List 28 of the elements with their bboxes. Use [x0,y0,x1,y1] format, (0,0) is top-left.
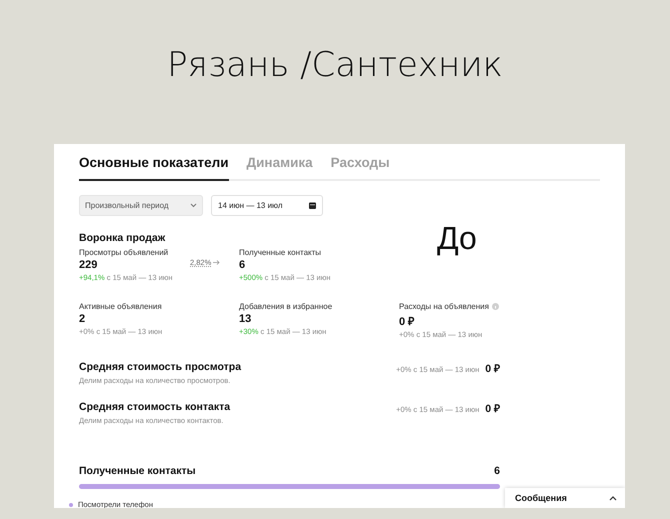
tab[interactable]: Основные показатели [79,154,229,181]
stat-label: Полученные контакты [239,248,322,257]
metric-title: Средняя стоимость контакта [79,401,230,413]
slide-note: До [437,220,477,257]
contacts-count: 6 [494,465,500,477]
chevron-down-icon [190,203,197,208]
stat-value: 0 ₽ [399,315,414,328]
period-dropdown[interactable]: Произвольный период [79,195,203,216]
metric-title: Средняя стоимость просмотра [79,361,242,373]
date-range-field[interactable]: 14 июн — 13 июл [211,195,323,216]
stat-value: 13 [239,313,252,325]
messages-button[interactable]: Сообщения [505,488,625,508]
stat-value: 2 [79,313,86,325]
arrow-right-icon [213,260,220,264]
stat-label: Активные объявления [79,302,162,311]
stat-value: 229 [79,259,98,271]
stat-value: 6 [239,259,246,271]
section-title: Полученные контакты [79,465,196,477]
slide-title: Рязань /Сантехник [167,45,503,85]
section-title: Воронка продаж [79,232,166,244]
metric-value: 0 ₽ [485,402,500,415]
chevron-up-icon [609,496,617,500]
calendar-icon [309,202,316,209]
metric-value: 0 ₽ [485,362,500,375]
stat-label: Просмотры объявлений [79,248,168,257]
stat-label: Добавления в избранное [239,302,332,311]
stat-label: Расходы на объявления [399,302,489,311]
info-icon[interactable] [492,303,499,310]
